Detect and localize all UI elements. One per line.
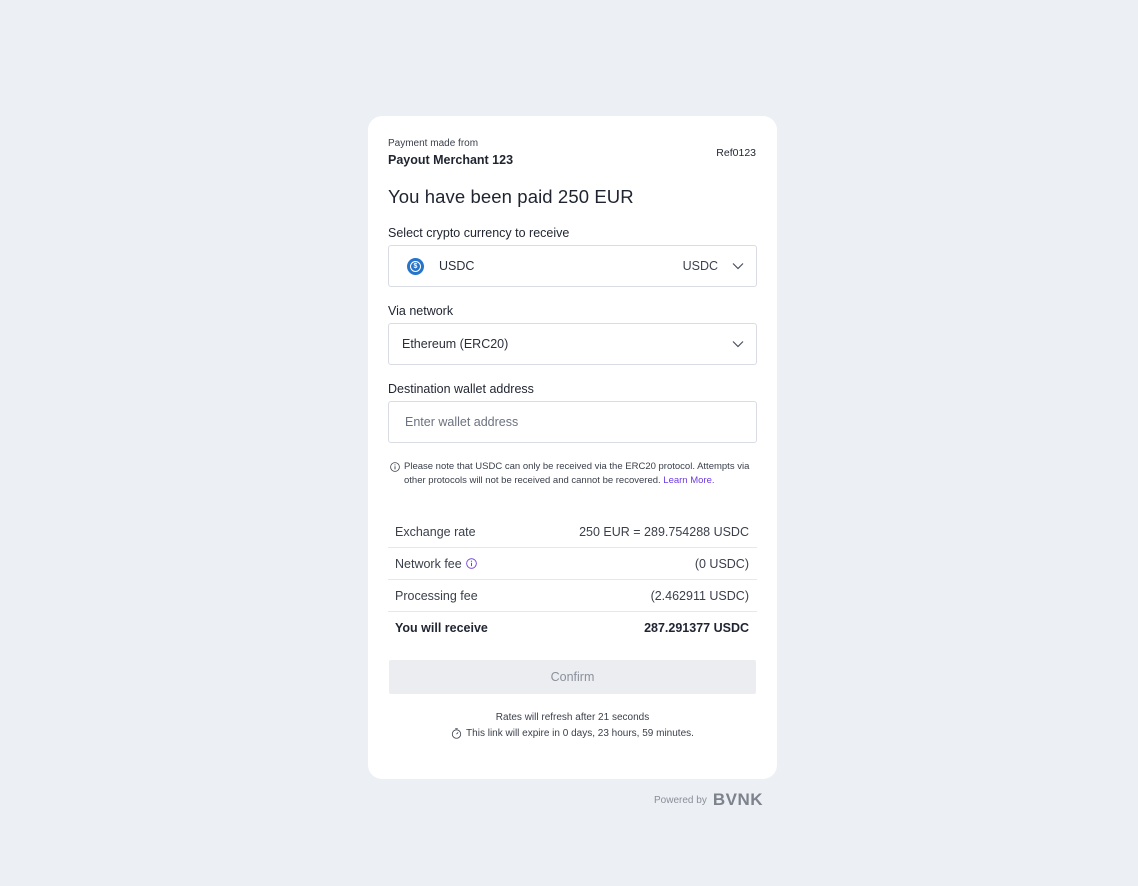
usdc-coin-icon: $ xyxy=(407,257,424,275)
processing-fee-row: Processing fee (2.462911 USDC) xyxy=(388,580,757,612)
fee-summary: Exchange rate 250 EUR = 289.754288 USDC … xyxy=(388,516,757,644)
reference-id: Ref0123 xyxy=(716,147,756,159)
receive-amount-row: You will receive 287.291377 USDC xyxy=(388,612,757,644)
network-fee-label-wrap: Network fee xyxy=(395,557,477,571)
wallet-address-label: Destination wallet address xyxy=(388,382,534,396)
network-fee-label: Network fee xyxy=(395,556,462,571)
network-fee-value: (0 USDC) xyxy=(694,556,749,571)
rate-refresh-text: Rates will refresh after 21 seconds xyxy=(495,712,650,723)
processing-fee-label: Processing fee xyxy=(395,588,478,603)
processing-fee-value: (2.462911 USDC) xyxy=(650,588,749,603)
chevron-down-icon xyxy=(732,341,744,348)
powered-by-label: Powered by xyxy=(654,794,707,806)
link-expiry: This link will expire in 0 days, 23 hour… xyxy=(368,728,777,739)
network-select[interactable]: Ethereum (ERC20) xyxy=(388,323,757,365)
network-select-value: Ethereum (ERC20) xyxy=(402,337,509,351)
bvnk-logo[interactable]: BVNK xyxy=(713,790,763,810)
exchange-rate-value: 250 EUR = 289.754288 USDC xyxy=(579,524,749,539)
network-select-right xyxy=(718,340,756,348)
protocol-notice-text-wrap: Please note that USDC can only be receiv… xyxy=(404,460,750,487)
protocol-notice: Please note that USDC can only be receiv… xyxy=(390,460,750,487)
card-header: Payment made from Payout Merchant 123 Re… xyxy=(388,138,756,167)
learn-more-link[interactable]: Learn More. xyxy=(663,475,714,486)
receive-amount-value: 287.291377 USDC xyxy=(644,621,749,635)
wallet-address-field xyxy=(388,401,757,443)
powered-by: Powered by BVNK xyxy=(654,790,763,810)
merchant-name: Payout Merchant 123 xyxy=(388,153,514,167)
payout-card: Payment made from Payout Merchant 123 Re… xyxy=(368,116,777,779)
timer-icon xyxy=(451,728,462,739)
payment-from-label: Payment made from xyxy=(388,138,479,149)
page-title: You have been paid 250 EUR xyxy=(388,186,634,207)
currency-select-label: Select crypto currency to receive xyxy=(388,226,570,240)
currency-select-code: USDC xyxy=(682,259,718,273)
network-fee-row: Network fee (0 USDC) xyxy=(388,548,757,580)
network-select-label: Via network xyxy=(388,304,454,318)
currency-select-right: USDC xyxy=(683,259,756,273)
info-icon[interactable] xyxy=(465,558,477,569)
currency-select[interactable]: $ USDC USDC xyxy=(388,245,757,287)
exchange-rate-row: Exchange rate 250 EUR = 289.754288 USDC xyxy=(388,516,757,548)
link-expiry-text: This link will expire in 0 days, 23 hour… xyxy=(466,728,694,739)
info-icon xyxy=(390,462,400,472)
currency-select-name: USDC xyxy=(439,259,475,273)
wallet-address-input[interactable] xyxy=(389,402,756,442)
payment-source: Payment made from Payout Merchant 123 xyxy=(388,138,513,167)
exchange-rate-label: Exchange rate xyxy=(395,524,476,539)
chevron-down-icon xyxy=(732,263,744,270)
confirm-button[interactable]: Confirm xyxy=(389,660,756,694)
receive-amount-label: You will receive xyxy=(395,621,488,635)
